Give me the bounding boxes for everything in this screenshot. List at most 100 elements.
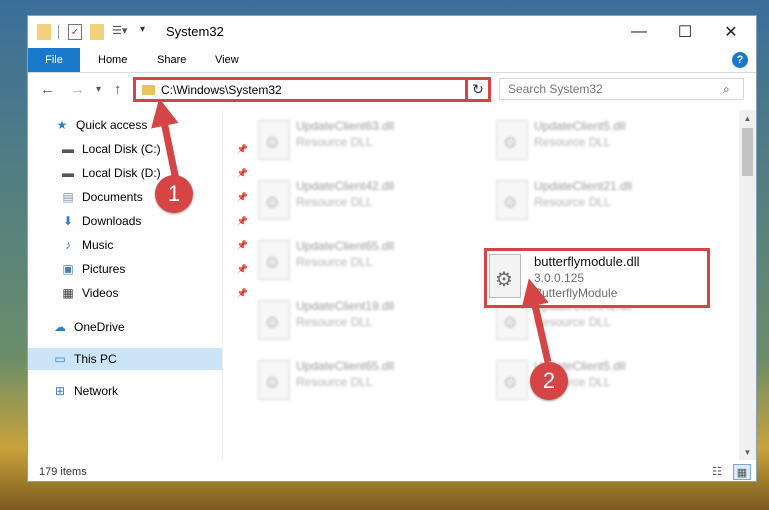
- forward-button[interactable]: →: [70, 81, 85, 98]
- sidebar-item-downloads[interactable]: ⬇ Downloads 📌: [28, 210, 254, 232]
- pictures-icon: ▣: [62, 262, 74, 276]
- list-item[interactable]: UpdateClient42.dll Resource DLL: [244, 174, 464, 226]
- address-bar[interactable]: C:\Windows\System32 ▾: [133, 77, 485, 102]
- scroll-up-icon[interactable]: ▲: [739, 110, 756, 126]
- window-title: System32: [166, 24, 224, 39]
- scroll-down-icon[interactable]: ▼: [739, 444, 756, 460]
- list-item[interactable]: UpdateClient65.dll Resource DLL: [244, 354, 464, 406]
- list-item[interactable]: UpdateClient5.dll Resource DLL: [482, 114, 702, 166]
- sidebar-item-videos[interactable]: ▦ Videos 📌: [28, 282, 254, 304]
- sidebar-item-label: Videos: [82, 286, 119, 300]
- tab-view[interactable]: View: [215, 48, 239, 72]
- tab-share[interactable]: Share: [157, 48, 186, 72]
- sidebar-item-label: OneDrive: [74, 320, 125, 334]
- back-button[interactable]: ←: [40, 81, 55, 98]
- list-item[interactable]: UpdateClient5.dll Resource DLL: [482, 354, 702, 406]
- tab-file[interactable]: File: [28, 48, 80, 72]
- sidebar-item-pictures[interactable]: ▣ Pictures 📌: [28, 258, 254, 280]
- search-input[interactable]: [500, 81, 723, 97]
- file-name: UpdateClient63.dll: [296, 119, 395, 133]
- divider: [58, 25, 59, 39]
- sidebar-item-label: Local Disk (D:): [82, 166, 161, 180]
- dll-file-icon: [496, 360, 528, 400]
- close-button[interactable]: ✕: [708, 16, 754, 48]
- dll-file-icon: [258, 180, 290, 220]
- dll-file-icon: [489, 254, 521, 298]
- dll-file-icon: [496, 180, 528, 220]
- tiles-view-icon[interactable]: ▦: [733, 464, 751, 480]
- scrollbar-thumb[interactable]: [742, 128, 753, 176]
- file-type: Resource DLL: [296, 375, 373, 389]
- folder-icon: [37, 24, 51, 40]
- tab-home[interactable]: Home: [98, 48, 127, 72]
- sidebar-item-label: Music: [82, 238, 114, 252]
- file-name: UpdateClient19.dll: [296, 299, 395, 313]
- sidebar-item-label: This PC: [74, 352, 117, 366]
- vertical-scrollbar[interactable]: ▲ ▼: [739, 110, 756, 460]
- download-icon: ⬇: [62, 214, 74, 228]
- file-name: UpdateClient5.dll: [534, 119, 626, 133]
- sidebar-item-label: Local Disk (C:): [82, 142, 161, 156]
- list-item[interactable]: UpdateClient21.dll Resource DLL: [482, 174, 702, 226]
- list-item[interactable]: UpdateClient63.dll Resource DLL: [244, 114, 464, 166]
- sidebar-item-onedrive[interactable]: ☁ OneDrive: [28, 316, 246, 338]
- dll-file-icon: [258, 300, 290, 340]
- sidebar-item-this-pc[interactable]: ▭ This PC: [28, 348, 222, 370]
- refresh-button[interactable]: ↻: [465, 77, 491, 102]
- status-bar: 179 items: [28, 461, 756, 482]
- address-path[interactable]: C:\Windows\System32: [161, 83, 466, 97]
- document-icon: ▤: [62, 190, 74, 204]
- folder-icon: [142, 84, 155, 95]
- file-name: butterflymodule.dll: [534, 254, 640, 269]
- sidebar-item-label: Quick access: [76, 118, 148, 132]
- recent-locations-button[interactable]: ▾: [96, 84, 101, 95]
- title-bar: ✓ ☰▾ ▾ System32 — ☐ ✕: [28, 16, 756, 48]
- sidebar-item-network[interactable]: ⊞ Network: [28, 380, 246, 402]
- up-button[interactable]: ↑: [114, 81, 122, 98]
- customize-icon[interactable]: ☰▾: [112, 24, 130, 40]
- dll-file-icon: [258, 120, 290, 160]
- sidebar-item-local-disk-d[interactable]: ▬ Local Disk (D:) 📌: [28, 162, 254, 184]
- sidebar-item-label: Network: [74, 384, 119, 398]
- sidebar-item-documents[interactable]: ▤ Documents 📌: [28, 186, 254, 208]
- network-icon: ⊞: [54, 384, 66, 398]
- file-name: UpdateClient65.dll: [296, 359, 395, 373]
- sidebar-item-local-disk-c[interactable]: ▬ Local Disk (C:) 📌: [28, 138, 254, 160]
- navigation-pane: ★ Quick access ▬ Local Disk (C:) 📌 ▬ Loc…: [28, 110, 248, 460]
- search-icon[interactable]: ⌕: [723, 82, 743, 97]
- sidebar-item-quick-access[interactable]: ★ Quick access: [28, 114, 248, 136]
- file-type: Resource DLL: [534, 315, 611, 329]
- help-icon[interactable]: ?: [732, 52, 748, 68]
- file-type: Resource DLL: [296, 135, 373, 149]
- properties-icon[interactable]: ✓: [68, 24, 82, 40]
- list-item[interactable]: UpdateClient19.dll Resource DLL: [244, 294, 464, 346]
- details-view-icon[interactable]: ☷: [709, 464, 725, 478]
- file-list: UpdateClient63.dll Resource DLL UpdateCl…: [224, 110, 739, 460]
- sidebar-item-music[interactable]: ♪ Music 📌: [28, 234, 254, 256]
- search-box[interactable]: ⌕: [499, 78, 744, 100]
- file-type: Resource DLL: [296, 195, 373, 209]
- highlighted-file-butterflymodule[interactable]: butterflymodule.dll 3.0.0.125 ButterflyM…: [484, 248, 710, 308]
- chevron-down-icon[interactable]: ▾: [140, 24, 150, 40]
- cloud-icon: ☁: [54, 320, 66, 334]
- minimize-button[interactable]: —: [616, 16, 662, 48]
- file-version: 3.0.0.125: [534, 271, 585, 285]
- file-description: ButterflyModule: [534, 286, 618, 300]
- item-count: 179 items: [39, 465, 87, 478]
- sidebar-item-label: Pictures: [82, 262, 126, 276]
- file-name: UpdateClient65.dll: [296, 239, 395, 253]
- file-type: Resource DLL: [296, 315, 373, 329]
- sidebar-item-label: Documents: [82, 190, 143, 204]
- ribbon-tabs: File Home Share View ?: [28, 48, 756, 73]
- step-badge-1: 1: [155, 175, 193, 213]
- file-name: UpdateClient42.dll: [296, 179, 395, 193]
- video-icon: ▦: [62, 286, 74, 300]
- navigation-bar: ← → ▾ ↑ C:\Windows\System32 ▾ ↻ ⌕: [28, 73, 756, 107]
- step-badge-2: 2: [530, 362, 568, 400]
- file-type: Resource DLL: [296, 255, 373, 269]
- sidebar-item-label: Downloads: [82, 214, 142, 228]
- maximize-button[interactable]: ☐: [662, 16, 708, 48]
- list-item[interactable]: UpdateClient65.dll Resource DLL: [244, 234, 464, 286]
- new-folder-icon[interactable]: [90, 24, 104, 40]
- dll-file-icon: [496, 120, 528, 160]
